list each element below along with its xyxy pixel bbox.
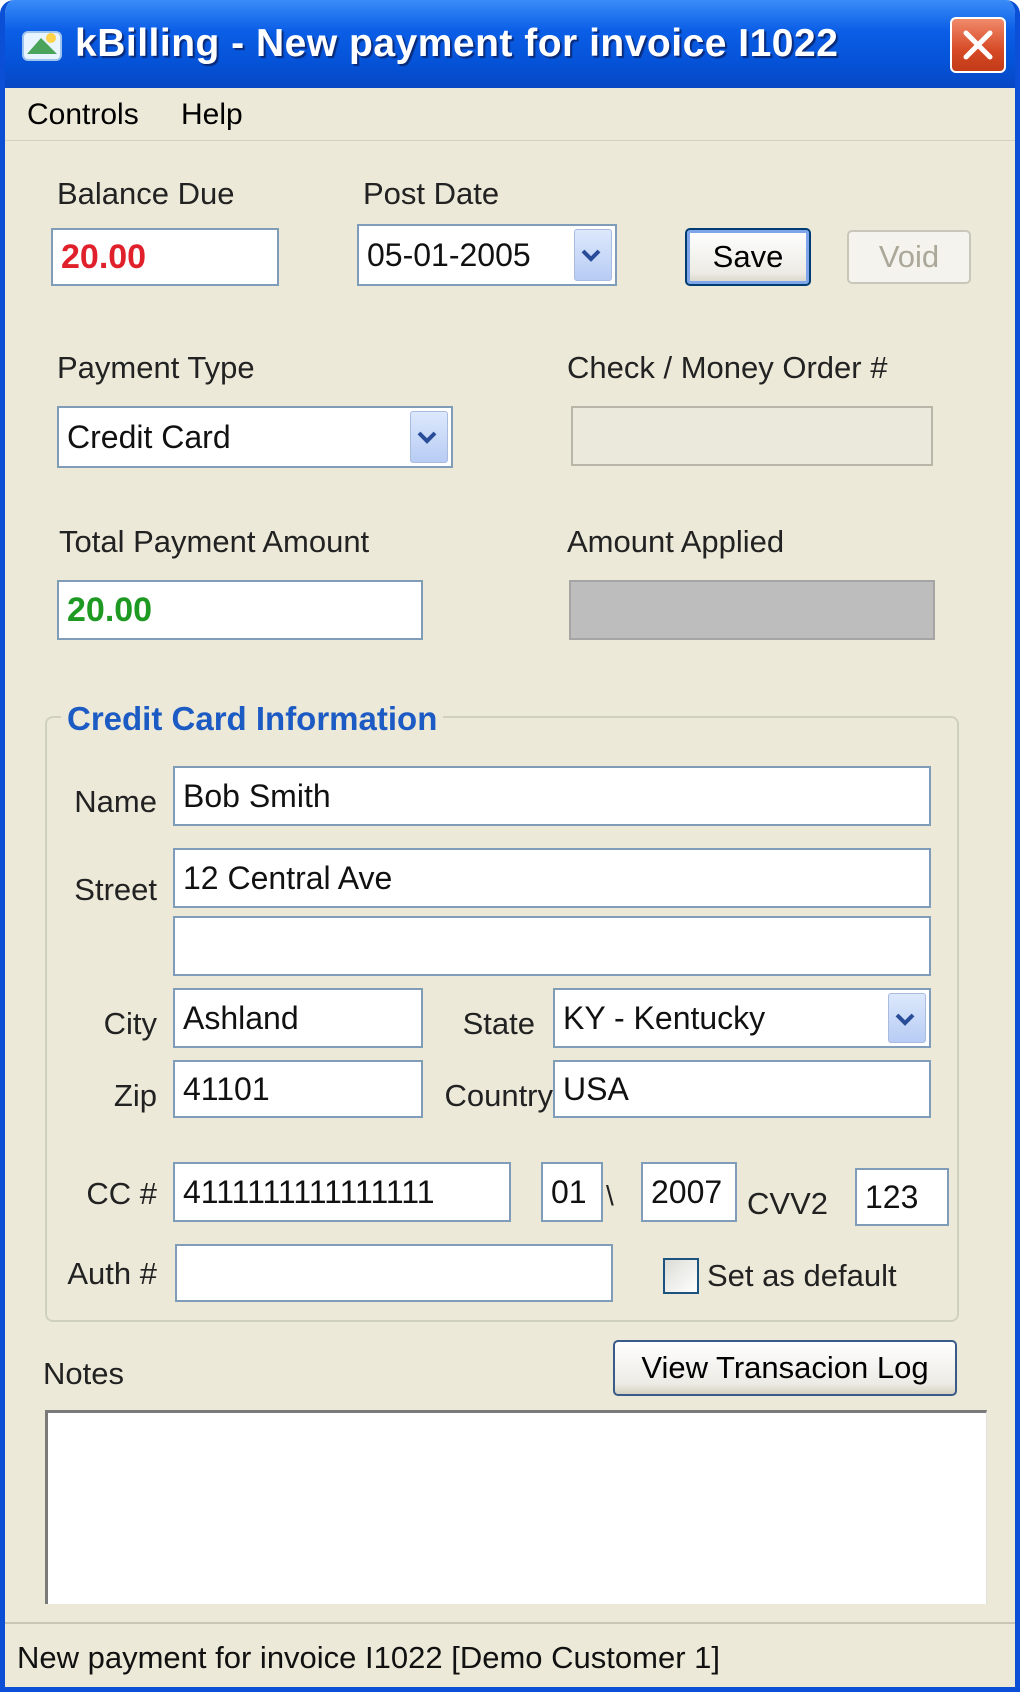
- payment-type-value: Credit Card: [67, 419, 231, 455]
- status-bar: New payment for invoice I1022 [Demo Cust…: [5, 1622, 1015, 1687]
- cc-country-label: Country: [444, 1078, 553, 1113]
- menu-controls[interactable]: Controls: [27, 98, 139, 132]
- post-date-value: 05-01-2005: [367, 237, 531, 273]
- cc-zip-field[interactable]: 41101: [173, 1060, 423, 1118]
- title-bar[interactable]: kBilling - New payment for invoice I1022: [5, 0, 1015, 88]
- cvv-label: CVV2: [747, 1186, 828, 1221]
- cc-state-value: KY - Kentucky: [563, 1000, 766, 1036]
- total-payment-label: Total Payment Amount: [59, 524, 370, 559]
- window-title: kBilling - New payment for invoice I1022: [75, 22, 839, 65]
- save-button[interactable]: Save: [685, 228, 811, 286]
- cc-city-label: City: [103, 1006, 157, 1041]
- close-button[interactable]: [950, 17, 1006, 73]
- cc-street-line1-field[interactable]: 12 Central Ave: [173, 848, 931, 908]
- cvv-field[interactable]: 123: [855, 1168, 949, 1226]
- cc-exp-month-field[interactable]: 01: [541, 1162, 603, 1222]
- cc-name-label: Name: [74, 784, 157, 819]
- menu-bar: Controls Help: [5, 88, 1015, 141]
- status-text: New payment for invoice I1022 [Demo Cust…: [17, 1640, 720, 1675]
- cc-state-dropdown-button[interactable]: [888, 993, 926, 1043]
- post-date-label: Post Date: [363, 176, 500, 211]
- kbilling-app-icon: [22, 31, 62, 61]
- payment-type-select[interactable]: Credit Card: [57, 406, 453, 468]
- auth-number-field[interactable]: [175, 1244, 613, 1302]
- payment-type-label: Payment Type: [57, 350, 255, 385]
- total-payment-field[interactable]: 20.00: [57, 580, 423, 640]
- credit-card-group-title: Credit Card Information: [61, 700, 444, 738]
- set-default-label: Set as default: [707, 1258, 897, 1293]
- notes-label: Notes: [43, 1356, 124, 1391]
- void-button[interactable]: Void: [847, 230, 971, 284]
- chevron-down-icon: [581, 249, 601, 262]
- cc-number-field[interactable]: 4111111111111111: [173, 1162, 511, 1222]
- amount-applied-label: Amount Applied: [567, 524, 785, 559]
- amount-applied-field: [569, 580, 935, 640]
- check-number-field[interactable]: [571, 406, 933, 466]
- cc-street-label: Street: [74, 872, 157, 907]
- cc-number-label: CC #: [86, 1176, 157, 1211]
- cc-exp-year-field[interactable]: 2007: [641, 1162, 737, 1222]
- balance-due-field[interactable]: 20.00: [51, 228, 279, 286]
- payment-type-dropdown-button[interactable]: [410, 411, 448, 463]
- balance-due-label: Balance Due: [57, 176, 235, 211]
- view-transaction-log-button[interactable]: View Transacion Log: [613, 1340, 957, 1396]
- cc-name-field[interactable]: Bob Smith: [173, 766, 931, 826]
- chevron-down-icon: [895, 1013, 915, 1026]
- post-date-picker[interactable]: 05-01-2005: [357, 224, 617, 286]
- cc-zip-label: Zip: [113, 1078, 157, 1113]
- cc-country-field[interactable]: USA: [553, 1060, 931, 1118]
- cc-city-field[interactable]: Ashland: [173, 988, 423, 1048]
- post-date-dropdown-button[interactable]: [574, 229, 612, 281]
- cc-state-select[interactable]: KY - Kentucky: [553, 988, 931, 1048]
- close-icon: [963, 30, 993, 60]
- menu-help[interactable]: Help: [181, 98, 243, 132]
- set-default-checkbox[interactable]: [663, 1258, 699, 1294]
- cc-exp-separator: \: [606, 1180, 614, 1211]
- check-number-label: Check / Money Order #: [567, 350, 888, 385]
- notes-textarea[interactable]: [45, 1410, 987, 1604]
- auth-number-label: Auth #: [67, 1256, 157, 1291]
- cc-street-line2-field[interactable]: [173, 916, 931, 976]
- payment-window: kBilling - New payment for invoice I1022…: [0, 0, 1020, 1692]
- chevron-down-icon: [417, 431, 437, 444]
- cc-state-label: State: [462, 1006, 535, 1041]
